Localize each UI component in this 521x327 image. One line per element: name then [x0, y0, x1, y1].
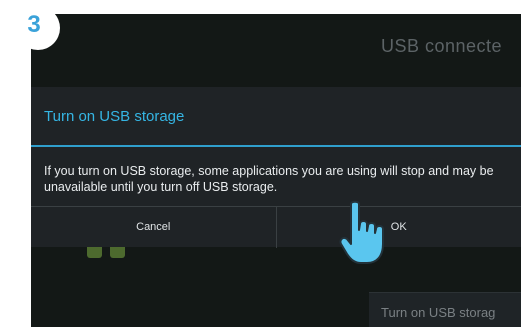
dialog-divider	[31, 145, 521, 147]
dialog-title: Turn on USB storage	[44, 108, 185, 125]
dialog-button-bar: Cancel OK	[31, 206, 521, 248]
ok-button[interactable]: OK	[275, 207, 521, 248]
usb-connected-title: USB connecte	[381, 36, 503, 56]
hand-pointer-icon	[339, 200, 384, 264]
device-screen: USB connecte Turn on USB storag Turn on …	[31, 14, 521, 327]
turn-on-usb-storage-button[interactable]: Turn on USB storag	[369, 292, 521, 327]
step-number: 3	[27, 11, 41, 38]
step-number-badge: 3	[16, 6, 60, 50]
cancel-button[interactable]: Cancel	[31, 207, 276, 248]
dialog-message: If you turn on USB storage, some applica…	[44, 164, 494, 194]
usb-storage-dialog: Turn on USB storage If you turn on USB s…	[31, 87, 521, 248]
